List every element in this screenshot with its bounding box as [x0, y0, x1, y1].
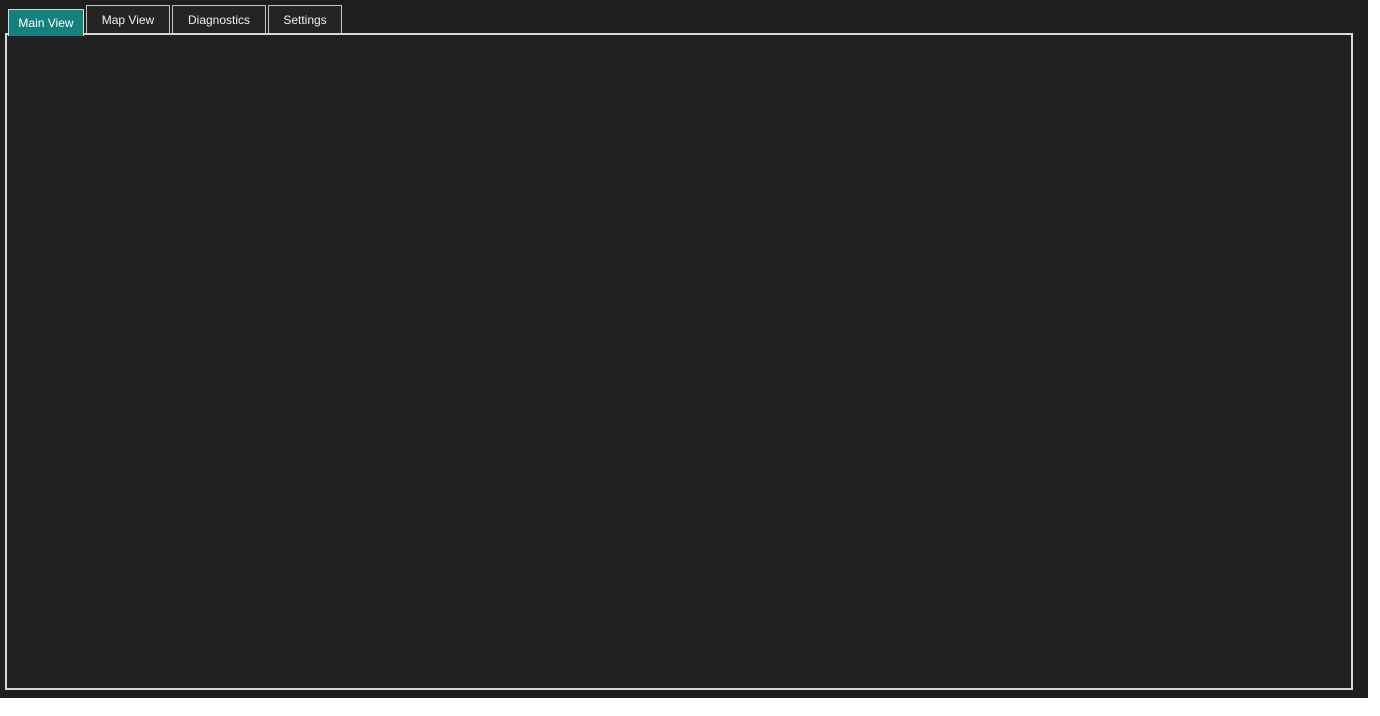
tab-main-view[interactable]: Main View [8, 9, 84, 36]
tab-map-view[interactable]: Map View [86, 5, 170, 33]
app-window: Main View Map View Diagnostics Settings … [0, 0, 1368, 698]
tab-settings-label: Settings [283, 13, 326, 27]
tab-diagnostics-label: Diagnostics [188, 13, 250, 27]
main-view-page [5, 33, 1353, 690]
tab-settings[interactable]: Settings [268, 5, 342, 33]
tab-main-view-label: Main View [18, 16, 73, 30]
tab-diagnostics[interactable]: Diagnostics [172, 5, 266, 33]
tab-map-view-label: Map View [102, 13, 154, 27]
